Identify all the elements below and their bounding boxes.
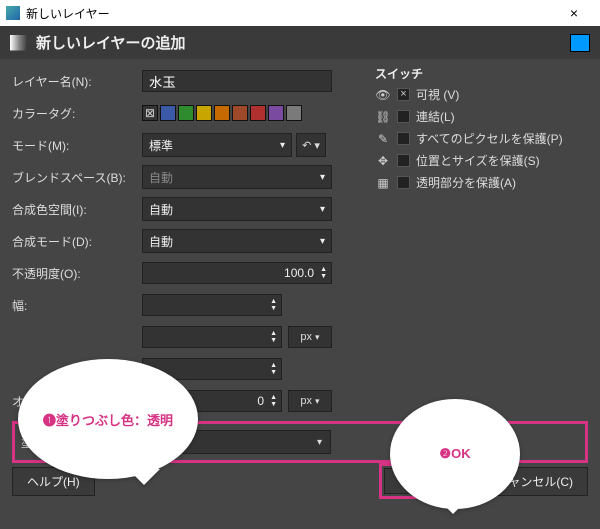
composite-space-value: 自動 xyxy=(149,201,173,218)
unit-value: px xyxy=(300,395,312,407)
switch-linked[interactable]: ⛓ 連結(L) xyxy=(375,108,590,125)
mode-reset-button[interactable]: ↶ ▾ xyxy=(296,133,326,157)
switch-lock-position[interactable]: ✥ 位置とサイズを保護(S) xyxy=(375,152,590,169)
color-tag-picker[interactable]: ⊠ xyxy=(142,105,302,121)
color-tag-swatch[interactable] xyxy=(268,105,284,121)
annotation-callout-2: ❷OK xyxy=(390,399,520,509)
offset-y-value: 0 xyxy=(257,394,264,408)
mode-value: 標準 xyxy=(149,137,173,154)
switch-label: 透明部分を保護(A) xyxy=(416,174,516,191)
color-tag-swatch[interactable] xyxy=(178,105,194,121)
color-tag-swatch[interactable] xyxy=(286,105,302,121)
row-width: 幅: ▲▼ xyxy=(12,293,588,317)
color-tag-swatch[interactable] xyxy=(196,105,212,121)
chevron-down-icon: ▾ xyxy=(320,204,325,215)
lock-pixels-checkbox[interactable] xyxy=(397,132,410,145)
label-composite-space: 合成色空間(I): xyxy=(12,201,142,218)
color-tag-swatch[interactable] xyxy=(232,105,248,121)
layer-name-input[interactable] xyxy=(142,70,332,92)
height-spinner[interactable]: ▲▼ xyxy=(142,326,282,348)
window-titlebar: 新しいレイヤー × xyxy=(0,0,600,26)
offset-unit-combo[interactable]: px▾ xyxy=(288,390,332,412)
label-mode: モード(M): xyxy=(12,137,142,154)
blend-space-combo[interactable]: 自動 ▾ xyxy=(142,165,332,189)
label-color-tag: カラータグ: xyxy=(12,105,142,122)
move-icon: ✥ xyxy=(375,153,391,169)
label-width: 幅: xyxy=(12,297,142,314)
composite-mode-value: 自動 xyxy=(149,233,173,250)
label-composite-mode: 合成モード(D): xyxy=(12,233,142,250)
composite-mode-combo[interactable]: 自動 ▾ xyxy=(142,229,332,253)
callout-text: ❶塗りつぶし色：透明 xyxy=(43,410,173,429)
row-height: ▲▼ px▾ xyxy=(12,325,588,349)
spinner-arrows[interactable]: ▲▼ xyxy=(270,330,277,344)
label-layer-name: レイヤー名(N): xyxy=(12,73,142,90)
close-button[interactable]: × xyxy=(554,5,594,21)
switches-panel: スイッチ 👁 可視 (V) ⛓ 連結(L) ✎ すべてのピクセルを保護(P) ✥… xyxy=(375,65,590,196)
visible-checkbox[interactable] xyxy=(397,88,410,101)
row-opacity: 不透明度(O): 100.0 ▲▼ xyxy=(12,261,588,285)
blend-space-value: 自動 xyxy=(149,169,173,186)
color-tag-swatch[interactable] xyxy=(160,105,176,121)
layer-header-icon xyxy=(10,35,28,51)
label-blend-space: ブレンドスペース(B): xyxy=(12,169,142,186)
unit-value: px xyxy=(300,331,312,343)
brush-icon: ✎ xyxy=(375,131,391,147)
linked-checkbox[interactable] xyxy=(397,110,410,123)
spinner-arrows[interactable]: ▲▼ xyxy=(270,362,277,376)
switch-lock-alpha[interactable]: ▦ 透明部分を保護(A) xyxy=(375,174,590,191)
chevron-down-icon: ▾ xyxy=(315,332,320,343)
color-tag-none[interactable]: ⊠ xyxy=(142,105,158,121)
chevron-down-icon: ▾ xyxy=(317,437,322,448)
dialog-header: 新しいレイヤーの追加 xyxy=(0,26,600,59)
chevron-down-icon: ▾ xyxy=(320,236,325,247)
opacity-spinner[interactable]: 100.0 ▲▼ xyxy=(142,262,332,284)
switch-label: 位置とサイズを保護(S) xyxy=(416,152,540,169)
mode-combo[interactable]: 標準 ▾ xyxy=(142,133,292,157)
chevron-down-icon: ▾ xyxy=(320,172,325,183)
size-unit-combo[interactable]: px▾ xyxy=(288,326,332,348)
switch-label: 可視 (V) xyxy=(416,86,459,103)
label-opacity: 不透明度(O): xyxy=(12,265,142,282)
switch-label: すべてのピクセルを保護(P) xyxy=(416,130,563,147)
eye-icon: 👁 xyxy=(375,87,391,103)
link-icon: ⛓ xyxy=(375,109,391,125)
color-tag-swatch[interactable] xyxy=(214,105,230,121)
switches-title: スイッチ xyxy=(375,65,590,82)
app-icon xyxy=(6,6,20,20)
row-composite-space: 合成色空間(I): 自動 ▾ xyxy=(12,197,588,221)
lock-position-checkbox[interactable] xyxy=(397,154,410,167)
color-preview-swatch[interactable] xyxy=(570,34,590,52)
callout-text: ❷OK xyxy=(439,446,470,462)
checker-icon: ▦ xyxy=(375,175,391,191)
chevron-down-icon: ▾ xyxy=(315,396,320,407)
dialog-title: 新しいレイヤーの追加 xyxy=(36,32,570,53)
lock-alpha-checkbox[interactable] xyxy=(397,176,410,189)
row-composite-mode: 合成モード(D): 自動 ▾ xyxy=(12,229,588,253)
width-spinner[interactable]: ▲▼ xyxy=(142,294,282,316)
color-tag-swatch[interactable] xyxy=(250,105,266,121)
spinner-arrows[interactable]: ▲▼ xyxy=(320,266,327,280)
switch-visible[interactable]: 👁 可視 (V) xyxy=(375,86,590,103)
chevron-down-icon: ▾ xyxy=(280,140,285,151)
spinner-arrows[interactable]: ▲▼ xyxy=(270,394,277,408)
composite-space-combo[interactable]: 自動 ▾ xyxy=(142,197,332,221)
annotation-callout-1: ❶塗りつぶし色：透明 xyxy=(18,359,198,479)
dialog-content: スイッチ 👁 可視 (V) ⛓ 連結(L) ✎ すべてのピクセルを保護(P) ✥… xyxy=(0,59,600,463)
switch-label: 連結(L) xyxy=(416,108,455,125)
window-title: 新しいレイヤー xyxy=(26,5,554,22)
spinner-arrows[interactable]: ▲▼ xyxy=(270,298,277,312)
opacity-value: 100.0 xyxy=(284,266,314,280)
switch-lock-pixels[interactable]: ✎ すべてのピクセルを保護(P) xyxy=(375,130,590,147)
